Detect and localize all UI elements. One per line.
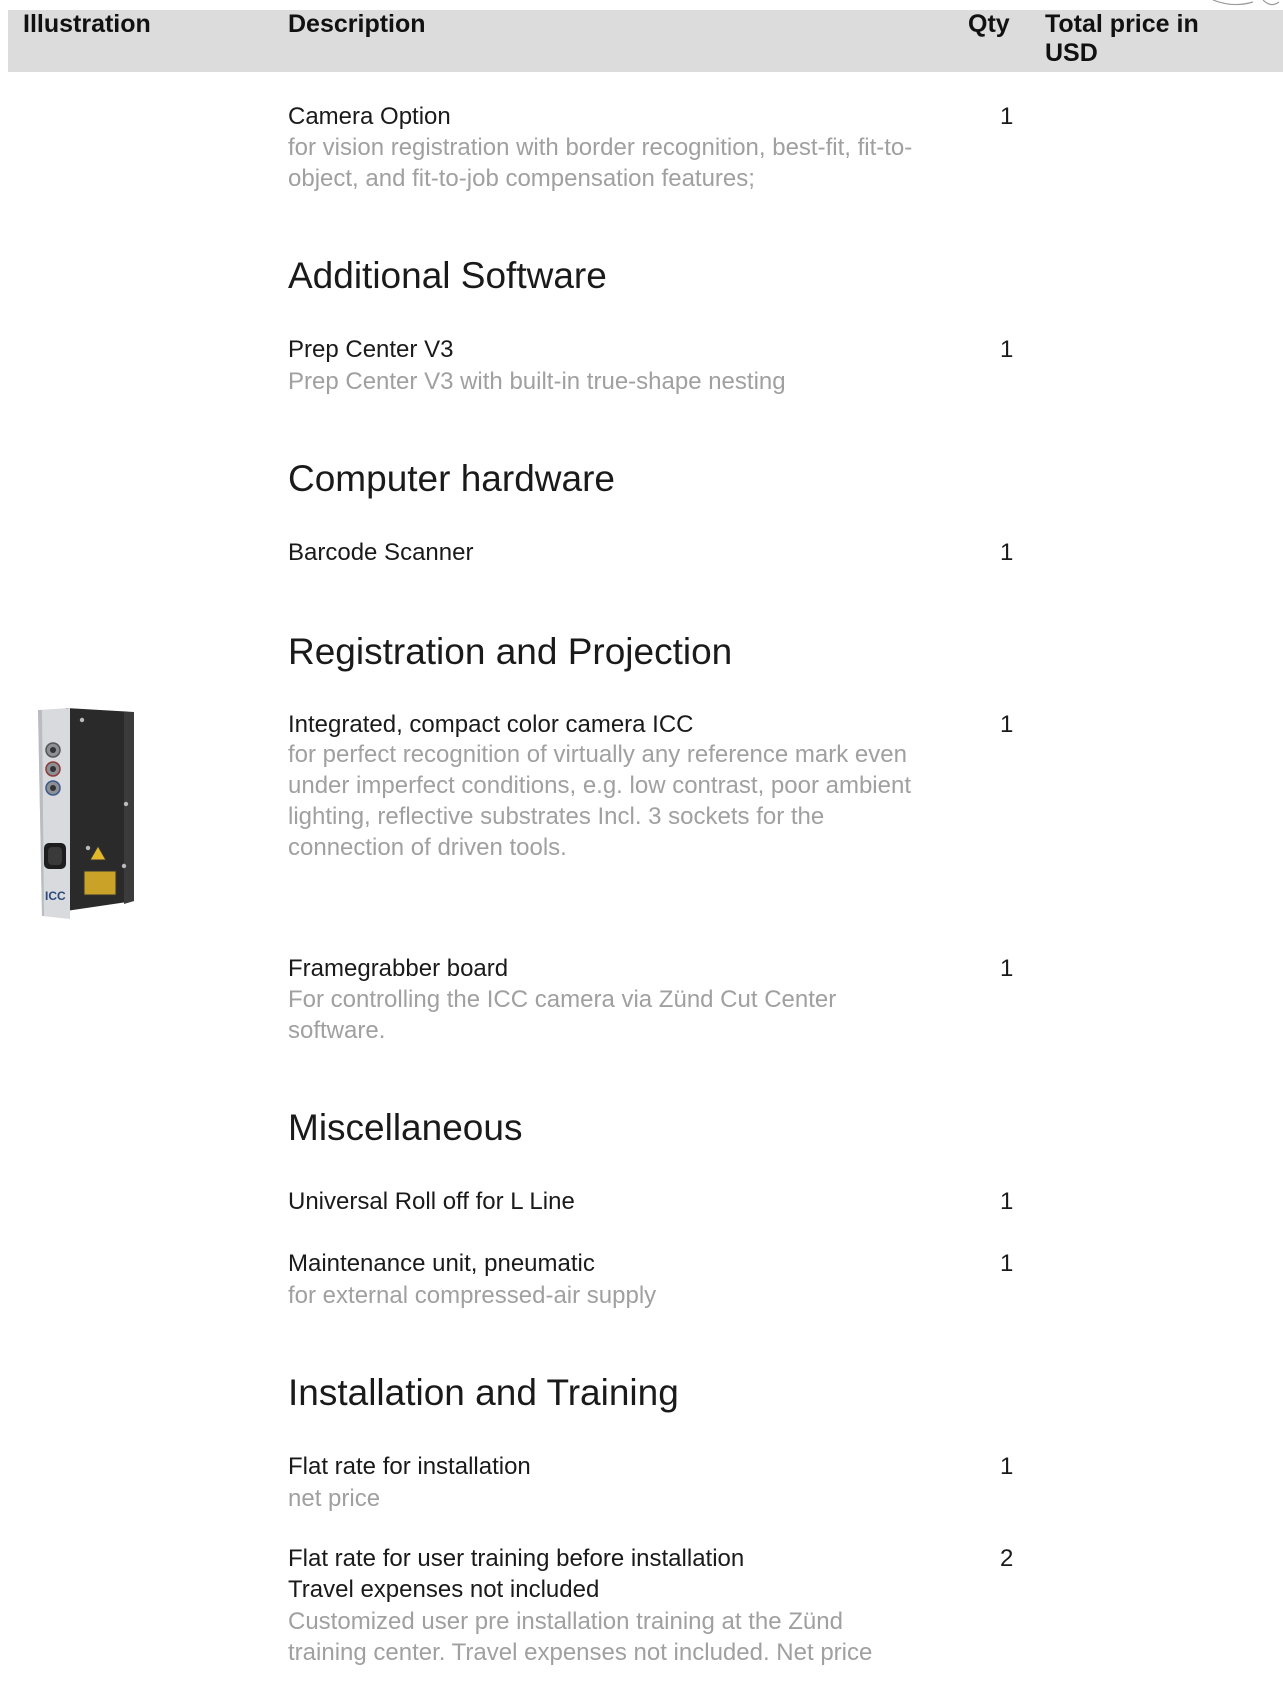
header-qty: Qty: [968, 10, 1010, 38]
item-installation-qty: 1: [1000, 1453, 1014, 1480]
section-miscellaneous: Miscellaneous: [288, 1107, 523, 1148]
item-prep-center-title: Prep Center V3: [288, 336, 454, 363]
item-maintenance-title: Maintenance unit, pneumatic: [288, 1250, 595, 1277]
item-framegrabber-qty: 1: [1000, 955, 1014, 982]
item-prep-center-desc: Prep Center V3 with built-in true-shape …: [288, 368, 786, 395]
icc-camera-illustration: ICC: [38, 708, 134, 919]
item-training-qty: 2: [1000, 1545, 1014, 1572]
item-framegrabber-desc: For controlling the ICC camera via Zünd …: [288, 986, 837, 1044]
item-maintenance-desc: for external compressed-air supply: [288, 1282, 657, 1309]
item-camera-option-title: Camera Option: [288, 103, 451, 130]
section-computer-hardware: Computer hardware: [288, 458, 615, 499]
item-icc-qty: 1: [1000, 711, 1014, 738]
table-header: Illustration Description Qty Total price…: [8, 10, 1283, 72]
section-installation-training: Installation and Training: [288, 1372, 679, 1413]
header-total-price: Total price in USD: [1045, 10, 1199, 67]
header-description: Description: [288, 10, 426, 38]
item-maintenance-qty: 1: [1000, 1250, 1014, 1277]
item-camera-option-desc: for vision registration with border reco…: [288, 134, 913, 192]
item-framegrabber-title: Framegrabber board: [288, 955, 509, 982]
item-training-subtitle: Travel expenses not included: [288, 1576, 600, 1603]
item-installation-title: Flat rate for installation: [288, 1453, 531, 1480]
item-training-title: Flat rate for user training before insta…: [288, 1545, 745, 1572]
item-roll-off-title: Universal Roll off for L Line: [288, 1188, 575, 1215]
page-corner-fragment: [1212, 0, 1280, 6]
item-camera-option-qty: 1: [1000, 103, 1014, 130]
item-training-desc: Customized user pre installation trainin…: [288, 1608, 873, 1666]
item-roll-off-qty: 1: [1000, 1188, 1014, 1215]
item-prep-center-qty: 1: [1000, 336, 1014, 363]
header-illustration: Illustration: [23, 10, 151, 38]
item-barcode-title: Barcode Scanner: [288, 539, 474, 566]
icc-camera-logo-text: ICC: [45, 889, 66, 903]
section-additional-software: Additional Software: [288, 255, 607, 296]
item-installation-desc: net price: [288, 1485, 381, 1512]
section-registration-projection: Registration and Projection: [288, 631, 733, 672]
item-icc-title: Integrated, compact color camera ICC: [288, 711, 694, 738]
item-icc-desc: for perfect recognition of virtually any…: [288, 741, 911, 861]
item-barcode-qty: 1: [1000, 539, 1014, 566]
